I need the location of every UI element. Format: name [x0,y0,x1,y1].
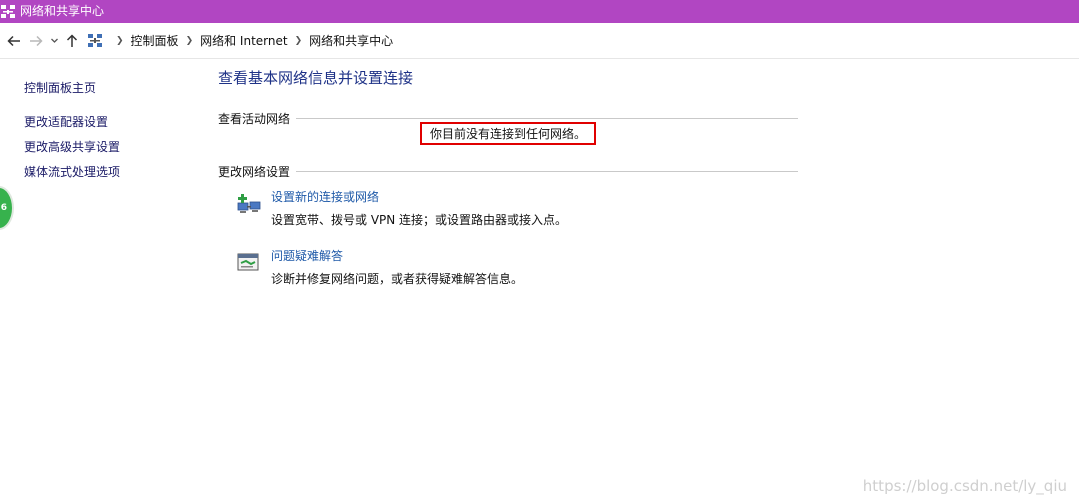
troubleshoot-link[interactable]: 问题疑难解答 [271,248,523,264]
network-setup-icon [236,191,262,217]
main-content: 查看基本网络信息并设置连接 查看活动网络 你目前没有连接到任何网络。 更改网络设… [218,68,798,286]
arrow-left-icon [7,35,20,46]
watermark-text: https://blog.csdn.net/ly_qiu [862,477,1067,495]
up-button[interactable] [61,29,83,53]
troubleshoot-description: 诊断并修复网络问题，或者获得疑难解答信息。 [271,272,524,286]
window-title: 网络和共享中心 [20,4,105,18]
sidebar-item-control-panel-home[interactable]: 控制面板主页 [24,80,194,96]
network-center-app-icon [0,4,16,20]
sidebar: 控制面板主页 更改适配器设置 更改高级共享设置 媒体流式处理选项 [24,80,194,180]
arrow-right-icon [30,35,43,46]
floating-badge[interactable]: 6 [0,186,14,230]
troubleshoot-icon [236,250,262,276]
section-divider [296,171,798,172]
back-button[interactable] [3,29,25,53]
chevron-down-icon [50,38,58,43]
sidebar-item-advanced-sharing-settings[interactable]: 更改高级共享设置 [24,139,194,155]
task-troubleshoot: 问题疑难解答 诊断并修复网络问题，或者获得疑难解答信息。 [236,248,523,287]
change-settings-section-header: 更改网络设置 [218,163,798,180]
breadcrumb: ❯ 控制面板 ❯ 网络和 Internet ❯ 网络和共享中心 [87,29,393,53]
setup-connection-link[interactable]: 设置新的连接或网络 [271,189,567,205]
page-title: 查看基本网络信息并设置连接 [218,69,414,87]
control-panel-icon [87,33,103,49]
chevron-right-icon[interactable]: ❯ [186,36,194,46]
breadcrumb-network-sharing-center[interactable]: 网络和共享中心 [309,32,393,49]
sidebar-item-change-adapter-settings[interactable]: 更改适配器设置 [24,114,194,130]
chevron-right-icon[interactable]: ❯ [295,36,303,46]
arrow-up-icon [66,33,78,47]
setup-connection-description: 设置宽带、拨号或 VPN 连接；或设置路由器或接入点。 [271,213,568,227]
recent-locations-button[interactable] [47,29,61,53]
navigation-bar: ❯ 控制面板 ❯ 网络和 Internet ❯ 网络和共享中心 [0,23,1079,59]
chevron-right-icon[interactable]: ❯ [116,36,124,46]
breadcrumb-control-panel[interactable]: 控制面板 [131,32,179,49]
active-networks-label: 查看活动网络 [218,112,291,126]
task-setup-connection: 设置新的连接或网络 设置宽带、拨号或 VPN 连接；或设置路由器或接入点。 [236,189,567,228]
change-settings-label: 更改网络设置 [218,165,291,179]
forward-button[interactable] [25,29,47,53]
sidebar-item-media-streaming-options[interactable]: 媒体流式处理选项 [24,164,194,180]
badge-label: 6 [0,203,7,213]
no-network-message: 你目前没有连接到任何网络。 [420,122,597,145]
section-divider [296,118,798,119]
title-bar: 网络和共享中心 [0,0,1079,23]
breadcrumb-network-internet[interactable]: 网络和 Internet [200,32,287,49]
